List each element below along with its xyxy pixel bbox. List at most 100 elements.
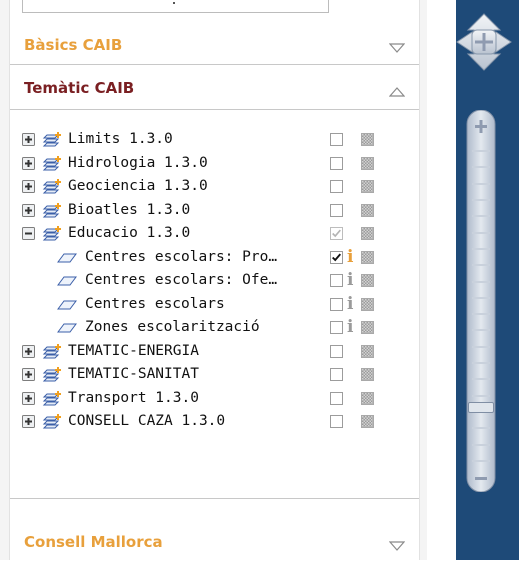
zoom-tick (472, 460, 490, 462)
zoom-handle[interactable] (468, 402, 494, 414)
legend-icon[interactable] (361, 321, 374, 334)
layer-group-row[interactable]: Bioatles 1.3.0 (10, 199, 419, 223)
layer-checkbox[interactable] (330, 391, 343, 405)
layer-label: Centres escolars: Ofe… (85, 272, 278, 288)
chevron-up-icon[interactable] (389, 87, 405, 97)
sublayer-row[interactable]: Centres escolars: Pro… i (10, 246, 419, 270)
layer-shape-icon (57, 323, 77, 333)
zoom-tick (472, 150, 490, 152)
info-icon[interactable]: i (347, 247, 353, 267)
layer-checkbox[interactable] (330, 368, 343, 381)
zoom-tick (472, 296, 490, 299)
layer-label: Zones escolarització (85, 319, 260, 335)
legend-icon[interactable] (361, 415, 374, 428)
plus-box-icon[interactable] (22, 391, 35, 405)
sublayer-row[interactable]: Zones escolarització i (10, 316, 419, 340)
info-icon[interactable]: i (347, 294, 353, 314)
info-icon[interactable]: i (347, 317, 353, 337)
zoom-tick (472, 182, 490, 185)
layer-group-row[interactable]: TEMATIC-SANITAT (10, 363, 419, 387)
layer-label: TEMATIC-ENERGIA (68, 342, 199, 359)
layer-group-row[interactable]: Limits 1.3.0 (10, 128, 419, 152)
layers-icon (42, 414, 61, 429)
layer-checkbox[interactable] (330, 227, 343, 240)
layer-checkbox[interactable] (330, 250, 343, 264)
search-input[interactable] (22, 0, 329, 13)
plus-box-icon[interactable] (22, 344, 35, 358)
legend-icon[interactable] (361, 227, 374, 240)
legend-icon[interactable] (361, 274, 374, 287)
zoom-tick (472, 166, 490, 169)
layers-icon (42, 367, 61, 382)
layers-icon (42, 226, 61, 241)
legend-icon[interactable] (361, 156, 374, 170)
layer-group-row[interactable]: Geociencia 1.3.0 (10, 175, 419, 199)
legend-icon[interactable] (361, 203, 374, 217)
plus-box-icon[interactable] (22, 203, 35, 217)
legend-icon[interactable] (361, 133, 374, 146)
layer-group-row[interactable]: Hidrologia 1.3.0 (10, 152, 419, 176)
section-basics-caib[interactable]: Bàsics CAIB (10, 20, 419, 65)
layer-label: CONSELL CAZA 1.3.0 (68, 413, 226, 429)
layer-panel: Bàsics CAIB Temàtic CAIB Limits 1.3.0 Hid… (0, 0, 427, 560)
sublayer-row[interactable]: Centres escolars i (10, 293, 419, 317)
section-title-tematic: Temàtic CAIB (24, 79, 135, 97)
layer-checkbox[interactable] (330, 203, 343, 217)
layers-icon (42, 155, 61, 170)
plus-box-icon[interactable] (22, 180, 35, 193)
zoom-tick (472, 313, 490, 316)
layer-checkbox[interactable] (330, 180, 343, 193)
layers-icon (42, 179, 61, 194)
layer-checkbox[interactable] (330, 156, 343, 170)
zoom-out-icon[interactable] (461, 466, 501, 492)
layer-group-row[interactable]: CONSELL CAZA 1.3.0 (10, 410, 419, 434)
layer-shape-icon (57, 276, 77, 286)
zoom-tick (472, 247, 490, 250)
legend-icon[interactable] (361, 391, 374, 405)
layer-group-row[interactable]: Transport 1.3.0 (10, 387, 419, 411)
zoom-tick (472, 264, 490, 267)
chevron-down-icon[interactable] (389, 541, 405, 551)
layer-checkbox[interactable] (330, 344, 343, 358)
chevron-down-icon[interactable] (389, 43, 405, 53)
check-icon (332, 229, 341, 238)
minus-box-icon[interactable] (22, 227, 35, 240)
legend-icon[interactable] (361, 250, 374, 264)
layer-checkbox[interactable] (330, 274, 343, 287)
legend-icon[interactable] (361, 297, 374, 311)
zoom-tick (472, 443, 490, 446)
plus-box-icon[interactable] (22, 415, 35, 428)
search-caret (173, 2, 175, 4)
layer-group-row[interactable]: Educacio 1.3.0 (10, 222, 419, 246)
legend-icon[interactable] (361, 344, 374, 358)
zoom-tick (472, 394, 490, 397)
plus-box-icon[interactable] (22, 133, 35, 146)
layer-checkbox[interactable] (330, 415, 343, 428)
pan-arrows-icon[interactable] (456, 13, 512, 71)
check-icon (332, 253, 342, 261)
layer-label: Centres escolars (85, 295, 225, 312)
layer-checkbox[interactable] (330, 133, 343, 146)
sublayer-row[interactable]: Centres escolars: Ofe… i (10, 269, 419, 293)
info-icon[interactable]: i (347, 270, 353, 290)
zoom-in-icon[interactable] (461, 114, 501, 140)
plus-box-icon[interactable] (22, 156, 35, 170)
section-tematic-caib[interactable]: Temàtic CAIB (10, 65, 419, 110)
layer-panel-content: Bàsics CAIB Temàtic CAIB Limits 1.3.0 Hid… (9, 0, 420, 560)
layers-icon (42, 202, 61, 217)
layer-checkbox[interactable] (330, 321, 343, 334)
zoom-tick (472, 198, 490, 201)
layer-label: Educacio 1.3.0 (68, 225, 191, 241)
layer-label: Transport 1.3.0 (68, 389, 199, 406)
legend-icon[interactable] (361, 368, 374, 381)
zoom-tick (472, 427, 490, 430)
layer-checkbox[interactable] (330, 297, 343, 311)
layer-label: Hidrologia 1.3.0 (68, 154, 208, 171)
legend-icon[interactable] (361, 180, 374, 193)
plus-box-icon[interactable] (22, 368, 35, 381)
layer-shape-icon (57, 253, 77, 262)
layer-group-row[interactable]: TEMATIC-ENERGIA (10, 340, 419, 364)
zoom-slider[interactable] (461, 110, 501, 492)
layer-label: Centres escolars: Pro… (85, 248, 278, 265)
section-consell-mallorca[interactable]: Consell Mallorca (10, 498, 419, 561)
